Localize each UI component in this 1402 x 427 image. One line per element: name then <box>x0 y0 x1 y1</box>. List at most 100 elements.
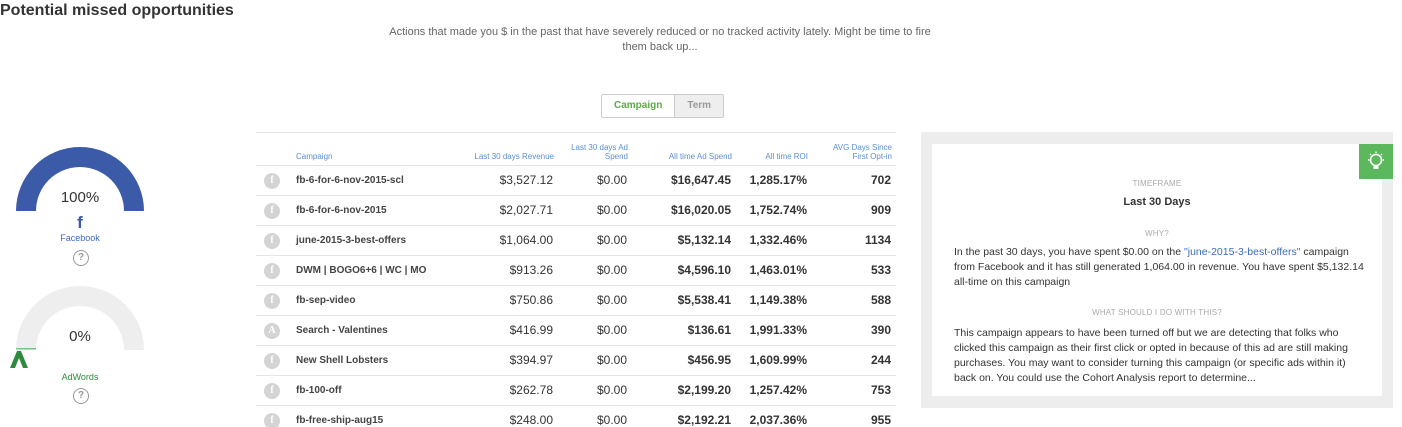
facebook-icon: f <box>256 224 288 255</box>
facebook-gauge: 100% f Facebook ? <box>10 143 150 266</box>
insight-panel: TIMEFRAME Last 30 Days WHY? In the past … <box>921 132 1393 408</box>
facebook-icon: f <box>256 344 288 375</box>
ad-spend-cell: $0.00 <box>558 194 632 225</box>
table-row[interactable]: A Search - Valentines $416.99 $0.00 $136.61 1… <box>256 314 896 345</box>
ad-spend-cell: $0.00 <box>558 314 632 345</box>
avg-days-cell: 955 <box>812 404 896 427</box>
header-campaign[interactable]: Campaign <box>256 133 458 165</box>
campaign-name[interactable]: New Shell Lobsters <box>288 344 458 375</box>
all-time-spend-cell: $16,647.45 <box>632 164 736 195</box>
table-header-row: Campaign Last 30 days Revenue Last 30 da… <box>256 133 896 165</box>
facebook-icon: f <box>256 194 288 225</box>
help-icon[interactable]: ? <box>73 388 89 404</box>
all-time-spend-cell: $4,596.10 <box>632 254 736 285</box>
facebook-icon: f <box>256 284 288 315</box>
all-time-spend-cell: $16,020.05 <box>632 194 736 225</box>
table-row[interactable]: f fb-sep-video $750.86 $0.00 $5,538.41 1,149.… <box>256 284 896 315</box>
adwords-gauge: 0% AdWords ? <box>10 282 150 404</box>
page-subtitle: Actions that made you $ in the past that… <box>389 26 931 53</box>
roi-cell: 1,257.42% <box>736 374 812 405</box>
table-row[interactable]: f fb-100-off $262.78 $0.00 $2,199.20 1,257.42… <box>256 374 896 405</box>
avg-days-cell: 588 <box>812 284 896 315</box>
table-row[interactable]: f fb-free-ship-aug15 $248.00 $0.00 $2,192.21… <box>256 404 896 427</box>
revenue-cell: $416.99 <box>458 314 558 345</box>
avg-days-cell: 909 <box>812 194 896 225</box>
ad-spend-cell: $0.00 <box>558 344 632 375</box>
what-text: This campaign appears to have been turne… <box>954 327 1348 384</box>
ad-spend-cell: $0.00 <box>558 404 632 427</box>
facebook-icon: f <box>256 374 288 405</box>
table-row[interactable]: f DWM | BOGO6+6 | WC | MO $913.26 $0.00 $4,5… <box>256 254 896 285</box>
facebook-icon: f <box>77 213 83 232</box>
ad-spend-cell: $0.00 <box>558 254 632 285</box>
ad-spend-cell: $0.00 <box>558 284 632 315</box>
revenue-cell: $248.00 <box>458 404 558 427</box>
campaign-name[interactable]: Search - Valentines <box>288 314 458 345</box>
ad-spend-cell: $0.00 <box>558 374 632 405</box>
roi-cell: 1,285.17% <box>736 164 812 195</box>
all-time-spend-cell: $5,132.14 <box>632 224 736 255</box>
roi-cell: 1,149.38% <box>736 284 812 315</box>
ad-spend-cell: $0.00 <box>558 164 632 195</box>
roi-cell: 1,752.74% <box>736 194 812 225</box>
campaign-name[interactable]: fb-6-for-6-nov-2015 <box>288 194 458 225</box>
avg-days-cell: 753 <box>812 374 896 405</box>
all-time-spend-cell: $2,199.20 <box>632 374 736 405</box>
campaign-name[interactable]: fb-6-for-6-nov-2015-scl <box>288 164 458 195</box>
insight-card: TIMEFRAME Last 30 Days WHY? In the past … <box>932 144 1382 396</box>
avg-days-cell: 533 <box>812 254 896 285</box>
campaign-table: Campaign Last 30 days Revenue Last 30 da… <box>256 132 896 427</box>
help-icon[interactable]: ? <box>73 250 89 266</box>
revenue-cell: $750.86 <box>458 284 558 315</box>
campaign-name[interactable]: fb-free-ship-aug15 <box>288 404 458 427</box>
header-ad-spend[interactable]: Last 30 days Ad Spend <box>558 133 632 165</box>
table-row[interactable]: f fb-6-for-6-nov-2015-scl $3,527.12 $0.00 $1… <box>256 164 896 195</box>
revenue-cell: $913.26 <box>458 254 558 285</box>
revenue-cell: $262.78 <box>458 374 558 405</box>
campaign-name[interactable]: fb-100-off <box>288 374 458 405</box>
header-revenue[interactable]: Last 30 days Revenue <box>458 133 558 165</box>
campaign-name[interactable]: june-2015-3-best-offers <box>288 224 458 255</box>
adwords-icon: A <box>256 314 288 345</box>
view-toggle: Campaign Term <box>601 94 725 118</box>
all-time-spend-cell: $2,192.21 <box>632 404 736 427</box>
facebook-percent: 100% <box>60 189 100 206</box>
roi-cell: 1,332.46% <box>736 224 812 255</box>
what-label: WHAT SHOULD I DO WITH THIS? <box>1092 308 1222 317</box>
lightbulb-icon[interactable] <box>1359 144 1393 179</box>
table-row[interactable]: f fb-6-for-6-nov-2015 $2,027.71 $0.00 $16,02… <box>256 194 896 225</box>
why-label: WHY? <box>1145 229 1169 238</box>
roi-cell: 1,991.33% <box>736 314 812 345</box>
revenue-cell: $1,064.00 <box>458 224 558 255</box>
facebook-icon: f <box>256 404 288 427</box>
adwords-percent: 0% <box>69 328 91 345</box>
page-title: Potential missed opportunities <box>0 2 234 19</box>
avg-days-cell: 702 <box>812 164 896 195</box>
avg-days-cell: 390 <box>812 314 896 345</box>
table-row[interactable]: f june-2015-3-best-offers $1,064.00 $0.00 $5… <box>256 224 896 255</box>
header-avg-days[interactable]: AVG Days Since First Opt-in <box>812 133 896 165</box>
revenue-cell: $2,027.71 <box>458 194 558 225</box>
facebook-label: Facebook <box>60 233 100 243</box>
header-roi[interactable]: All time ROI <box>736 133 812 165</box>
table-row[interactable]: f New Shell Lobsters $394.97 $0.00 $456.95 1,… <box>256 344 896 375</box>
tab-term[interactable]: Term <box>674 95 724 117</box>
adwords-icon <box>10 351 150 368</box>
all-time-spend-cell: $5,538.41 <box>632 284 736 315</box>
adwords-label: AdWords <box>61 372 99 382</box>
facebook-icon: f <box>256 164 288 195</box>
timeframe-label: TIMEFRAME <box>1132 179 1182 188</box>
header-all-time-spend[interactable]: All time Ad Spend <box>632 133 736 165</box>
all-time-spend-cell: $136.61 <box>632 314 736 345</box>
ad-spend-cell: $0.00 <box>558 224 632 255</box>
campaign-link[interactable]: "june-2015-3-best-offers" <box>1184 246 1300 258</box>
revenue-cell: $394.97 <box>458 344 558 375</box>
timeframe-value: Last 30 Days <box>1123 196 1191 208</box>
campaign-name[interactable]: DWM | BOGO6+6 | WC | MO <box>288 254 458 285</box>
tab-campaign[interactable]: Campaign <box>602 95 675 117</box>
campaign-name[interactable]: fb-sep-video <box>288 284 458 315</box>
roi-cell: 1,463.01% <box>736 254 812 285</box>
all-time-spend-cell: $456.95 <box>632 344 736 375</box>
roi-cell: 1,609.99% <box>736 344 812 375</box>
revenue-cell: $3,527.12 <box>458 164 558 195</box>
